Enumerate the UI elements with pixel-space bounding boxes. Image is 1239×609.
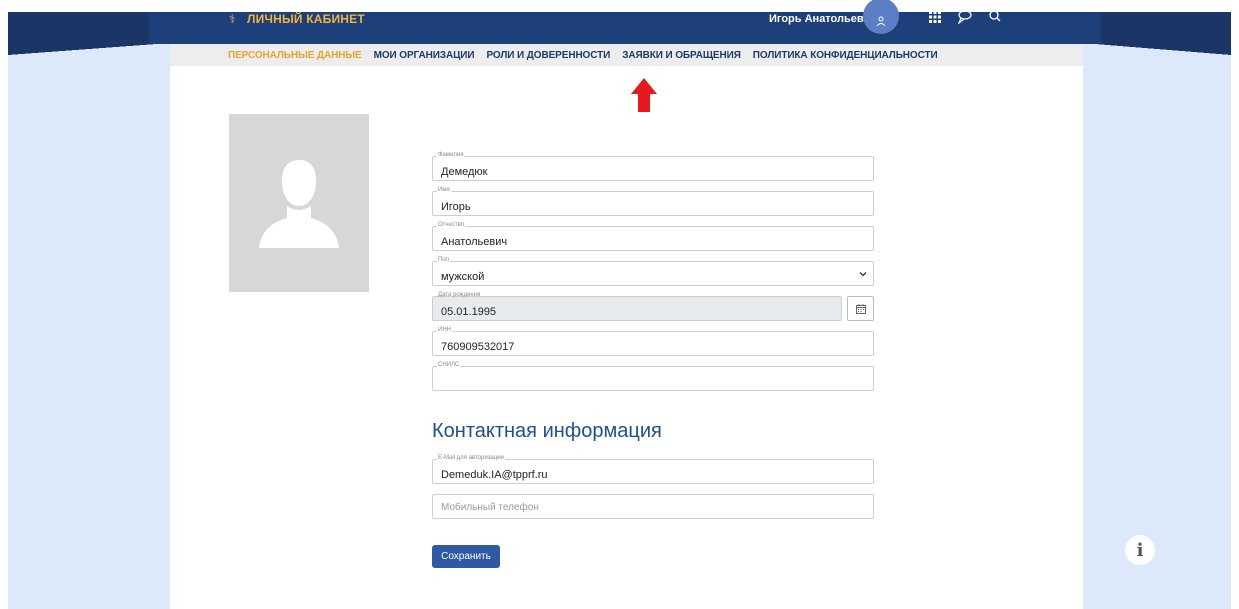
tab-privacy-policy[interactable]: ПОЛИТИКА КОНФИДЕНЦИАЛЬНОСТИ [753,50,938,61]
calendar-icon [855,303,866,314]
save-button[interactable]: Сохранить [432,545,500,568]
contact-info-heading: Контактная информация [432,420,662,442]
user-avatar-button[interactable] [863,0,899,34]
birth-date-field[interactable]: Дата рождения 05.01.1995 [432,292,842,321]
inn-field[interactable]: ИНН 760909532017 [432,326,874,356]
page-background-right [1083,55,1231,609]
email-field[interactable]: E-Mail для авторизации Demeduk.IA@tpprf.… [432,454,874,484]
mobile-phone-field[interactable]: Мобильный телефон [432,494,874,519]
surname-field[interactable]: Фамилия Демедюк [432,151,874,181]
profile-photo[interactable] [229,114,369,292]
tab-my-organizations[interactable]: МОИ ОРГАНИЗАЦИИ [374,50,475,61]
patronymic-field[interactable]: Отчество Анатольевич [432,221,874,251]
gender-select[interactable]: Пол мужской [432,256,874,286]
tab-roles-and-powers[interactable]: РОЛИ И ДОВЕРЕННОСТИ [486,50,610,61]
info-button[interactable]: i [1125,535,1155,565]
tab-requests-and-appeals[interactable]: ЗАЯВКИ И ОБРАЩЕНИЯ [622,50,741,61]
logo[interactable]: ⚕ ЛИЧНЫЙ КАБИНЕТ [229,12,365,26]
site-header: ⚕ ЛИЧНЫЙ КАБИНЕТ Игорь Анатольевич [149,0,1101,44]
calendar-button[interactable] [847,296,874,321]
chat-icon[interactable] [957,10,973,26]
page-background-left [8,55,170,609]
red-arrow-annotation [631,78,657,112]
search-icon[interactable] [987,10,1003,26]
tab-personal-data[interactable]: ПЕРСОНАЛЬНЫЕ ДАННЫЕ [228,50,362,61]
apps-grid-icon[interactable] [927,10,943,26]
snils-field[interactable]: СНИЛС [432,361,874,391]
chevron-down-icon [859,272,867,277]
user-icon [876,16,886,26]
name-field[interactable]: Имя Игорь [432,186,874,216]
logo-text: ЛИЧНЫЙ КАБИНЕТ [247,12,365,26]
info-icon: i [1136,539,1144,561]
profile-nav: ПЕРСОНАЛЬНЫЕ ДАННЫЕ МОИ ОРГАНИЗАЦИИ РОЛИ… [170,44,1083,66]
avatar-placeholder-icon [259,160,339,248]
caduceus-logo-icon: ⚕ [229,12,236,26]
user-name[interactable]: Игорь Анатольевич [769,12,877,26]
